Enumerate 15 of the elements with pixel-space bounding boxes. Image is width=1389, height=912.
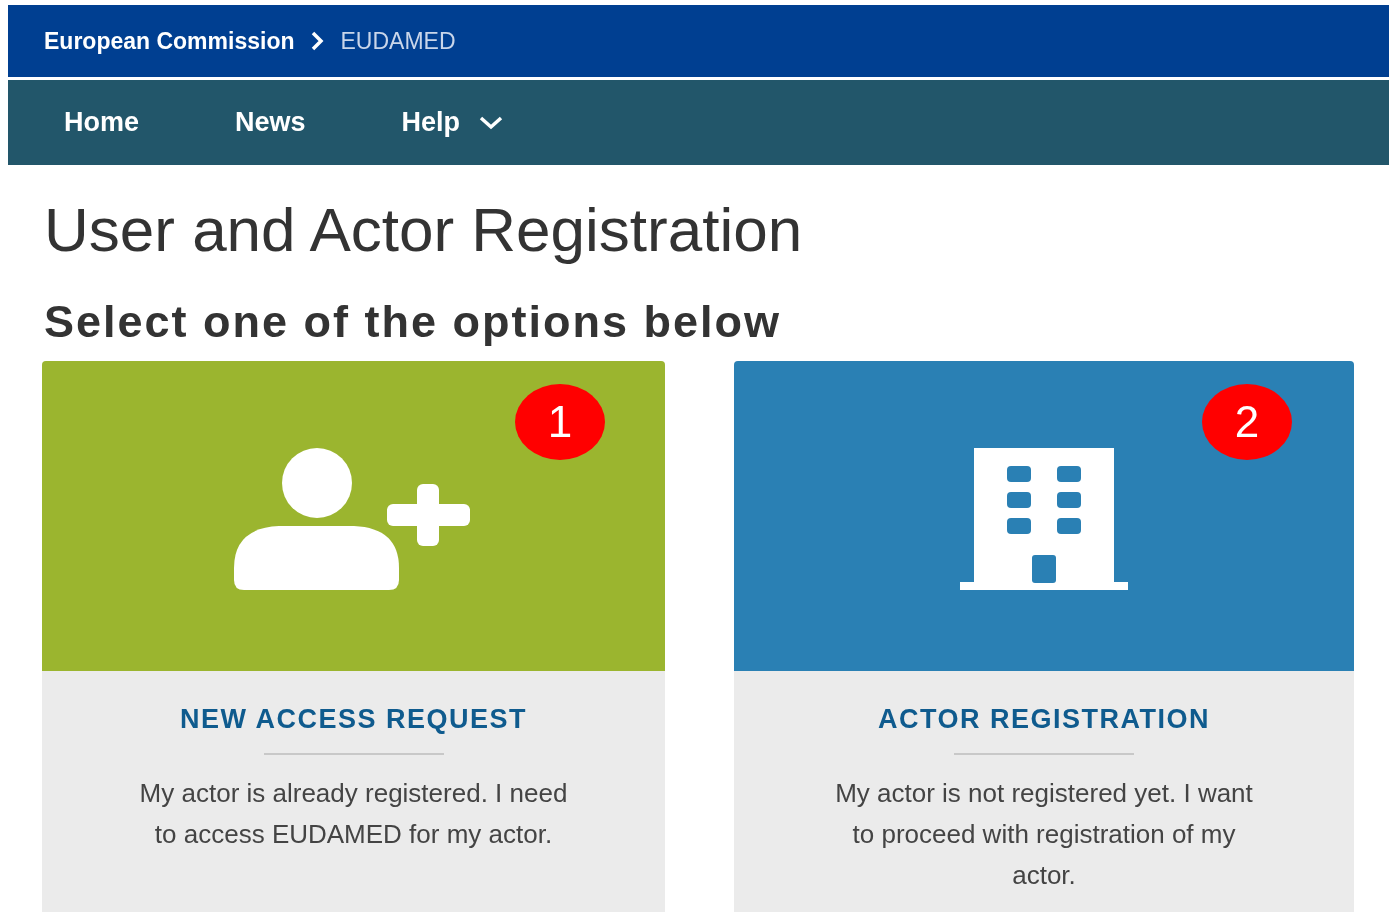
card-description: My actor is not registered yet. I want to proceed with registration of my actor. <box>834 777 1254 893</box>
number-badge: 1 <box>515 383 605 460</box>
nav-link[interactable]: Help <box>401 102 505 143</box>
section-heading: Select one of the options below <box>44 297 783 347</box>
card-title: ACTOR REGISTRATION <box>877 702 1211 736</box>
breadcrumb-link[interactable]: European Commission <box>44 23 295 59</box>
number-badge: 2 <box>1202 383 1292 460</box>
option-card[interactable]: 2 ACTOR REGISTRATION My actor is not registered yet. I want to proceed with registration of my actor. <box>734 360 1354 912</box>
option-card[interactable]: 1 NEW ACCESS REQUEST My actor is already registered. I need to access EUDAMED for my actor. <box>42 360 665 912</box>
card-title: NEW ACCESS REQUEST <box>178 702 528 736</box>
chevron-right-icon <box>310 31 325 51</box>
card-description: My actor is already registered. I need to access EUDAMED for my actor. <box>138 777 569 852</box>
nav-link[interactable]: News <box>235 102 306 143</box>
nav-link[interactable]: Home <box>64 102 139 143</box>
page-title: User and Actor Registration <box>44 194 804 266</box>
